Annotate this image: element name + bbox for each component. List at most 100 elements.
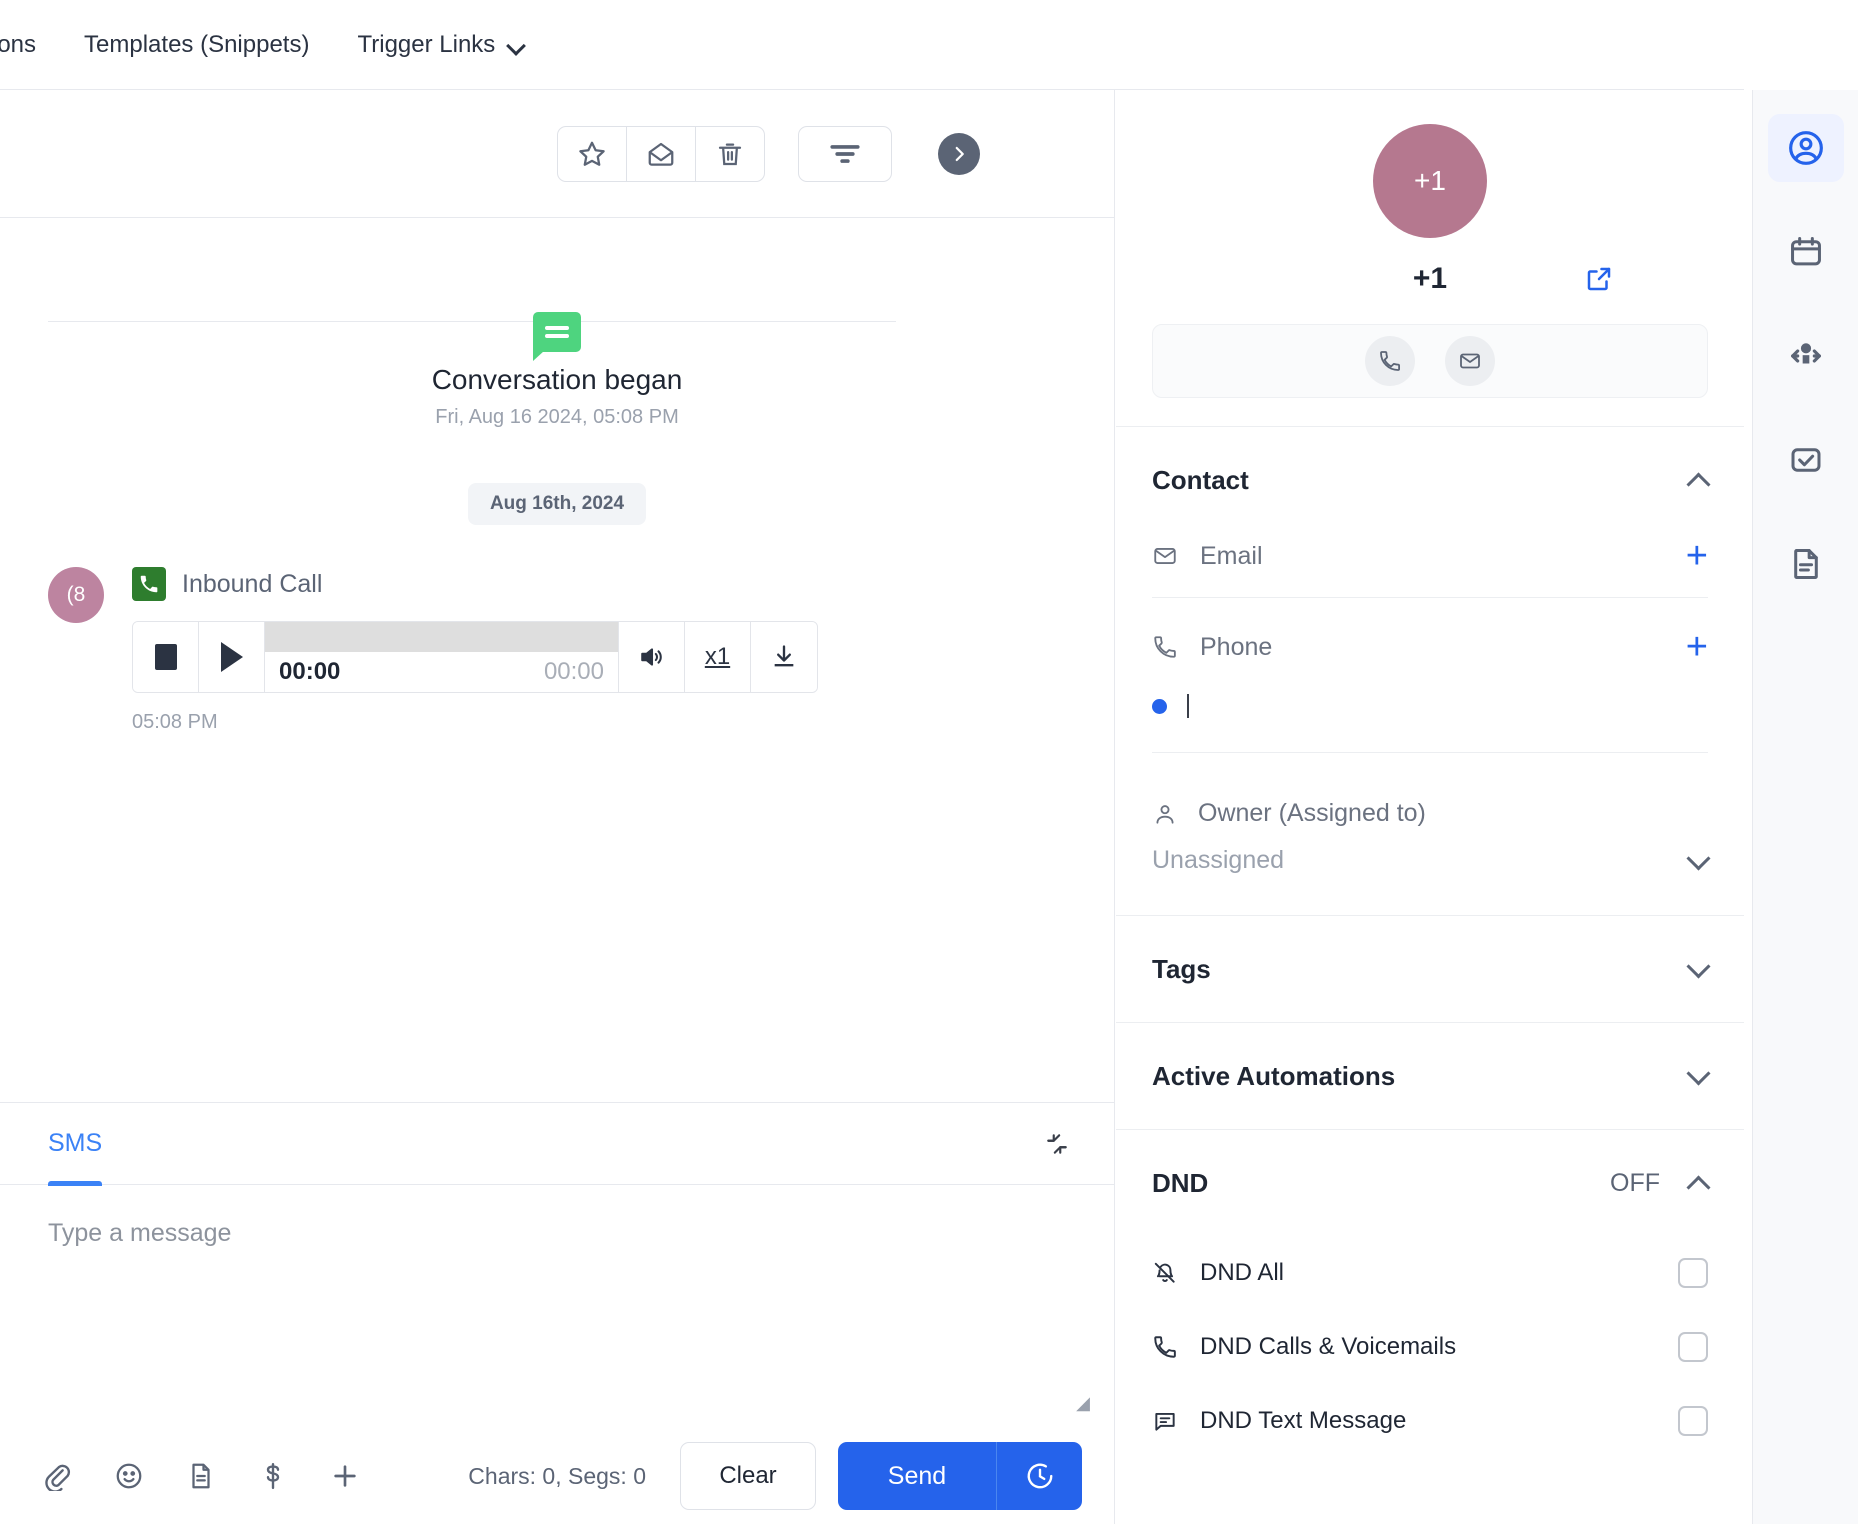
filter-button[interactable]: [798, 125, 892, 182]
delete-button[interactable]: [695, 125, 765, 182]
contact-header: +1 +1: [1116, 90, 1744, 398]
playback-speed-label: x1: [704, 643, 731, 670]
stop-button[interactable]: [133, 622, 199, 692]
section-contact-header[interactable]: Contact: [1152, 427, 1708, 533]
play-button[interactable]: [199, 622, 265, 692]
section-dnd-right: OFF: [1610, 1169, 1708, 1198]
section-title: Active Automations: [1152, 1060, 1396, 1091]
field-phone-label: Phone: [1200, 632, 1273, 661]
documents-icon: [1787, 545, 1825, 583]
section-dnd-header[interactable]: DND OFF: [1152, 1130, 1708, 1236]
conversation-action-group: [557, 125, 765, 182]
mark-unread-button[interactable]: [626, 125, 696, 182]
contact-name-row: +1: [1116, 262, 1744, 296]
section-active-automations-header[interactable]: Active Automations: [1152, 1023, 1708, 1129]
section-tags-header[interactable]: Tags: [1152, 916, 1708, 1022]
rail-item-contact[interactable]: [1767, 114, 1844, 182]
clear-button[interactable]: Clear: [680, 1442, 816, 1510]
contact-name: +1: [1412, 262, 1448, 295]
collapse-composer-button[interactable]: [1036, 1123, 1078, 1165]
current-time: 00:00: [279, 658, 341, 685]
section-dnd: DND OFF DND All DND Calls & Voicemails D…: [1116, 1129, 1744, 1458]
schedule-send-button[interactable]: [996, 1442, 1082, 1510]
clock-schedule-icon: [1025, 1461, 1055, 1491]
dnd-option-label: DND Text Message: [1200, 1407, 1407, 1434]
add-email-button[interactable]: +: [1686, 537, 1708, 575]
section-contact: Contact Email + Phone + Owner (Assigned …: [1116, 426, 1744, 915]
dnd-all-checkbox[interactable]: [1678, 1258, 1708, 1288]
chevron-down-icon: [1690, 852, 1708, 870]
progress-track: [265, 622, 618, 652]
dnd-text-checkbox[interactable]: [1678, 1406, 1708, 1436]
add-icon: [329, 1460, 361, 1492]
field-phone-left: Phone: [1152, 633, 1272, 662]
field-phone: Phone +: [1152, 624, 1708, 688]
dnd-option-all[interactable]: DND All: [1152, 1236, 1708, 1310]
nav-item-templates[interactable]: Templates (Snippets): [60, 31, 333, 59]
bell-off-icon: [1152, 1260, 1178, 1286]
template-icon: [186, 1461, 216, 1491]
tab-sms[interactable]: SMS: [48, 1103, 103, 1186]
avatar: (8: [48, 567, 104, 623]
dnd-option-text[interactable]: DND Text Message: [1152, 1384, 1708, 1458]
call-header: Inbound Call: [132, 567, 818, 601]
email-button[interactable]: [1445, 336, 1495, 386]
panel-scrollbar-track[interactable]: [1707, 90, 1721, 1524]
section-title: Contact: [1152, 464, 1249, 495]
resize-handle-icon[interactable]: ◢: [1076, 1393, 1090, 1414]
attachment-button[interactable]: [36, 1455, 78, 1497]
contact-avatar: +1: [1373, 124, 1487, 238]
section-tags: Tags: [1116, 915, 1744, 1022]
section-title: Tags: [1152, 953, 1211, 984]
template-button[interactable]: [180, 1455, 222, 1497]
external-link-icon[interactable]: [1584, 264, 1614, 294]
audio-player[interactable]: 00:00 00:00 x1: [132, 621, 818, 693]
phone-entry-row[interactable]: [1152, 688, 1708, 752]
star-icon: [577, 139, 607, 169]
add-phone-button[interactable]: +: [1686, 628, 1708, 666]
nav-item-trigger-links[interactable]: Trigger Links: [333, 31, 549, 59]
call-type-label: Inbound Call: [182, 569, 323, 598]
opportunities-icon: [1786, 336, 1826, 376]
payment-button[interactable]: [252, 1455, 294, 1497]
conversation-began-block: Conversation began Fri, Aug 16 2024, 05:…: [0, 218, 1114, 429]
rail-item-calendar[interactable]: [1768, 218, 1844, 286]
rail-item-opportunities[interactable]: [1768, 322, 1844, 390]
composer-icon-group: [36, 1455, 366, 1497]
chevron-right-icon: [950, 145, 968, 163]
text-cursor: [1187, 694, 1189, 718]
nav-item-label: Templates (Snippets): [84, 30, 310, 58]
expand-panel-button[interactable]: [938, 132, 980, 175]
envelope-icon: [1152, 543, 1178, 569]
message-input-area[interactable]: Type a message ◢: [0, 1185, 1114, 1428]
message-body: Inbound Call 00:00 00:00 x1 05:08 PM: [132, 567, 818, 734]
add-button[interactable]: [324, 1455, 366, 1497]
phone-incoming-icon: [132, 567, 166, 601]
owner-value: Unassigned: [1152, 846, 1285, 874]
stop-icon: [154, 644, 177, 670]
emoji-button[interactable]: [108, 1455, 150, 1497]
message-composer: SMS Type a message ◢ Chars: 0, Segs: 0 C…: [0, 1102, 1114, 1524]
calendar-icon: [1787, 233, 1825, 271]
star-button[interactable]: [557, 125, 627, 182]
call-button[interactable]: [1365, 336, 1415, 386]
send-button[interactable]: Send: [838, 1442, 996, 1510]
chevron-up-icon: [1690, 471, 1708, 489]
dnd-option-calls-left: DND Calls & Voicemails: [1152, 1333, 1456, 1361]
dnd-status: OFF: [1610, 1168, 1660, 1197]
download-button[interactable]: [751, 622, 817, 692]
message-thread: Conversation began Fri, Aug 16 2024, 05:…: [0, 218, 1114, 1102]
nav-item-automations[interactable]: ions: [0, 31, 60, 59]
open-envelope-icon: [646, 139, 676, 169]
owner-select[interactable]: Unassigned: [1152, 828, 1708, 915]
progress-bar[interactable]: 00:00 00:00: [265, 622, 619, 692]
dnd-option-calls[interactable]: DND Calls & Voicemails: [1152, 1310, 1708, 1384]
owner-label: Owner (Assigned to): [1198, 799, 1426, 827]
date-separator-chip: Aug 16th, 2024: [467, 483, 647, 525]
rail-item-documents[interactable]: [1768, 530, 1844, 598]
playback-speed-button[interactable]: x1: [685, 622, 751, 692]
dnd-calls-checkbox[interactable]: [1678, 1332, 1708, 1362]
rail-item-tasks[interactable]: [1768, 426, 1844, 494]
volume-button[interactable]: [619, 622, 685, 692]
conversation-began-date: Fri, Aug 16 2024, 05:08 PM: [435, 406, 679, 428]
